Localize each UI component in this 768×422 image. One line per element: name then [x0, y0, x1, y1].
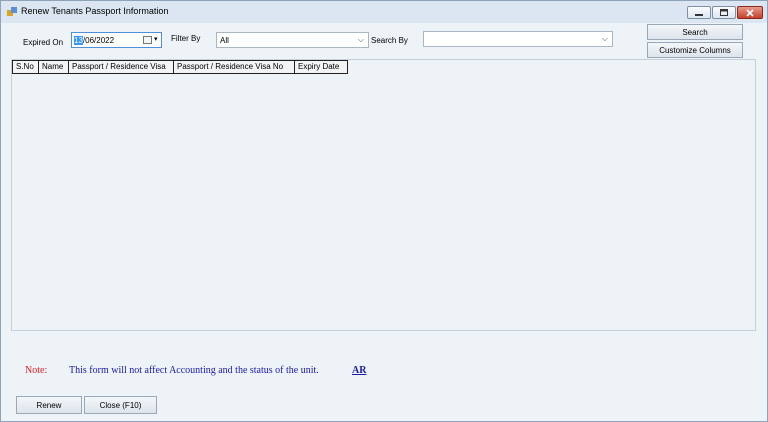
title-bar: Renew Tenants Passport Information [1, 1, 767, 23]
search-button[interactable]: Search [647, 24, 743, 40]
renew-tenants-window: Renew Tenants Passport Information Expir… [0, 0, 768, 422]
maximize-button[interactable] [712, 6, 736, 19]
chevron-down-icon: ⌵ [357, 35, 364, 44]
column-header-expiry-date[interactable]: Expiry Date [295, 60, 348, 74]
filter-by-label: Filter By [171, 34, 201, 43]
customize-columns-button[interactable]: Customize Columns [647, 42, 743, 58]
close-icon [746, 8, 754, 17]
expired-on-date-picker[interactable]: 13/06/2022 ▾ [71, 32, 162, 48]
note-label: Note: [25, 365, 48, 376]
column-header-name[interactable]: Name [39, 60, 69, 74]
maximize-icon [720, 9, 728, 16]
column-header-sno[interactable]: S.No [12, 60, 39, 74]
chevron-down-icon: ⌵ [601, 34, 608, 43]
filter-by-value: All [220, 36, 229, 45]
app-icon [7, 7, 17, 16]
minimize-icon [695, 13, 703, 16]
note-text: This form will not affect Accounting and… [69, 365, 319, 376]
window-title: Renew Tenants Passport Information [21, 6, 169, 16]
minimize-button[interactable] [687, 6, 711, 19]
ar-link[interactable]: AR [352, 365, 366, 376]
grid-header: S.No Name Passport / Residence Visa Pass… [12, 60, 348, 74]
expired-on-label: Expired On [23, 38, 64, 47]
close-button[interactable]: Close (F10) [84, 396, 157, 414]
filter-by-select[interactable]: All ⌵ [216, 32, 369, 48]
dropdown-arrow-icon[interactable]: ▾ [154, 35, 158, 43]
expired-on-value: 13/06/2022 [74, 36, 115, 45]
tenants-grid[interactable]: S.No Name Passport / Residence Visa Pass… [11, 59, 756, 331]
column-header-passport-visa-no[interactable]: Passport / Residence Visa No [174, 60, 295, 74]
close-window-button[interactable] [737, 6, 763, 19]
calendar-icon[interactable] [143, 36, 152, 44]
column-header-passport-visa[interactable]: Passport / Residence Visa [69, 60, 174, 74]
search-by-label: Search By [371, 36, 408, 45]
renew-button[interactable]: Renew [16, 396, 82, 414]
search-by-select[interactable]: ⌵ [423, 31, 613, 47]
